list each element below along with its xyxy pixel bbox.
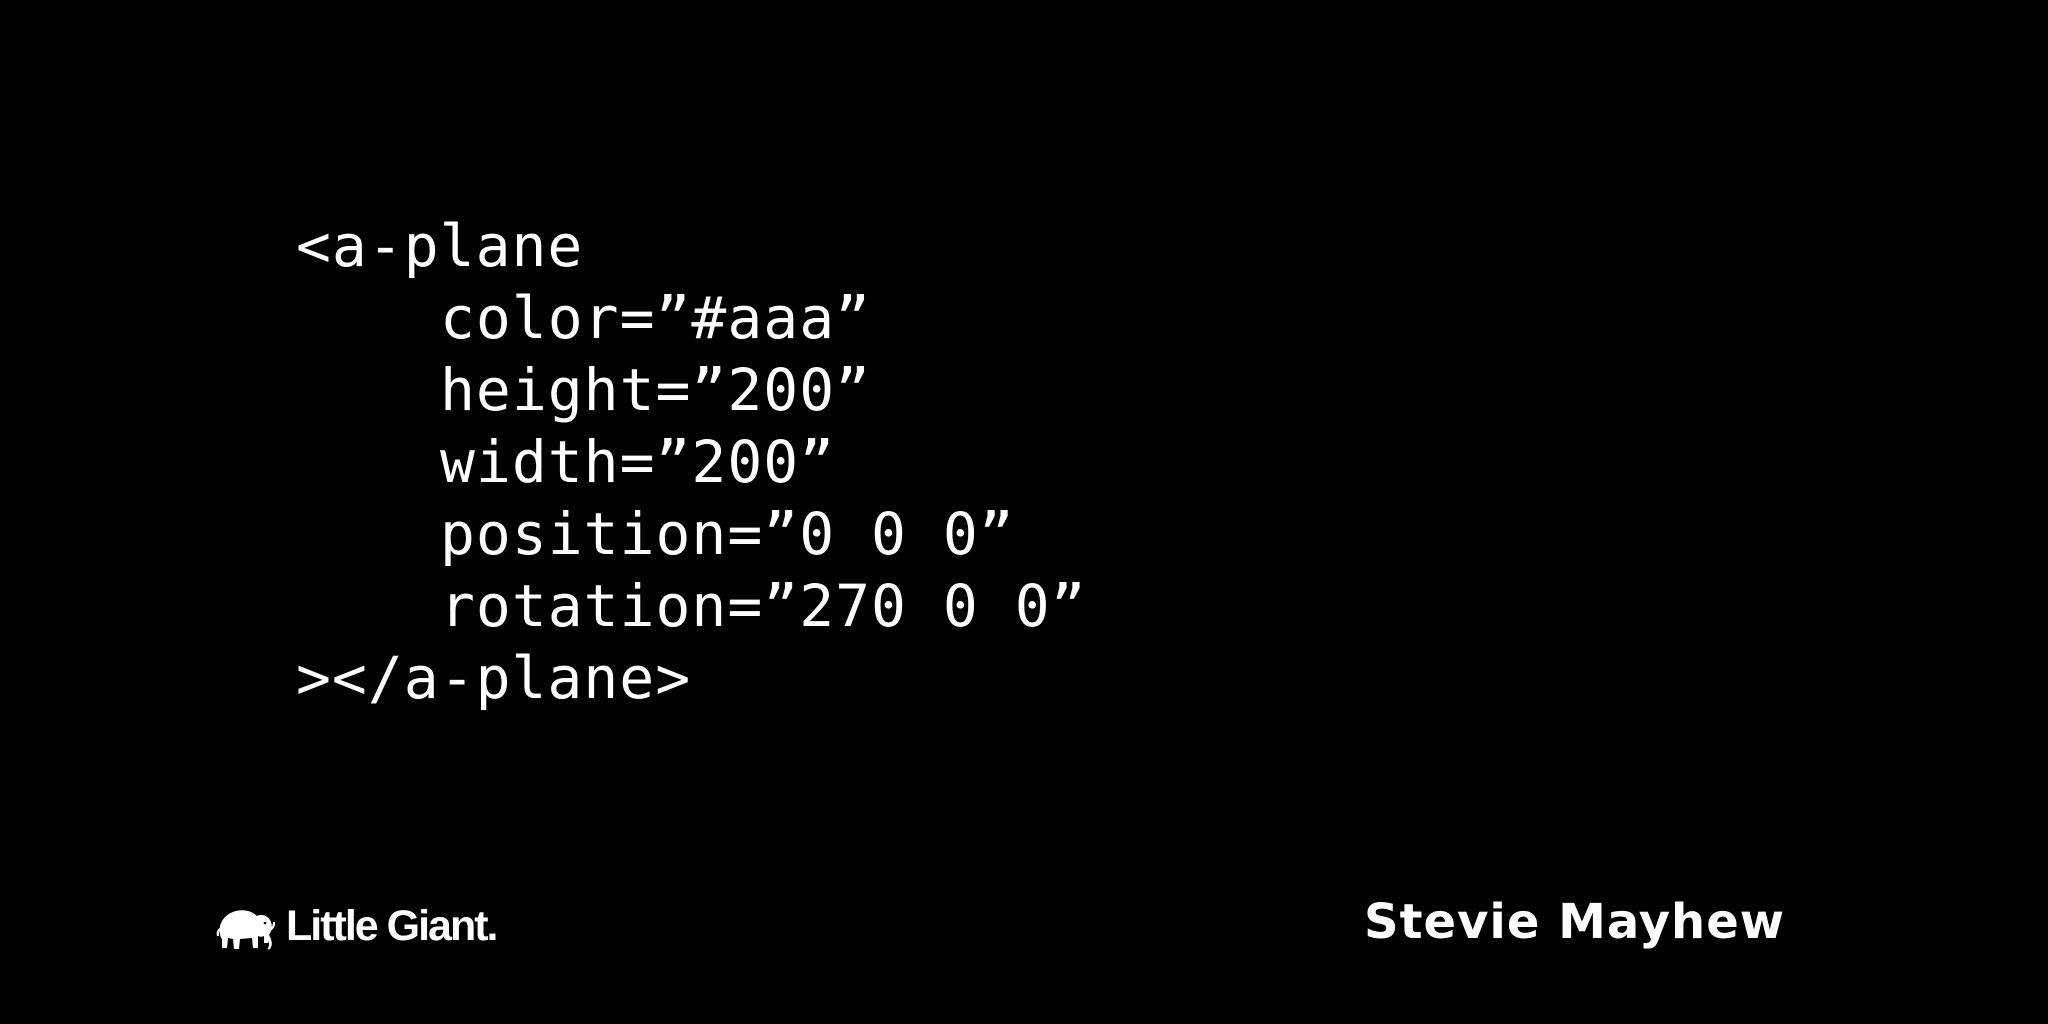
slide: <a-plane color=”#aaa” height=”200” width=”2… <box>0 0 2048 1024</box>
mammoth-icon <box>216 910 276 950</box>
code-line-height-attr: height=”200” <box>440 356 872 424</box>
code-line-open-tag: <a-plane <box>296 212 584 280</box>
code-block: <a-plane color=”#aaa” height=”200” width=”2… <box>296 210 1087 714</box>
code-line-position-attr: position=”0 0 0” <box>440 500 1015 568</box>
speaker-name: Stevie Mayhew <box>1364 894 1786 950</box>
brand-logo-lockup: Little Giant. <box>214 896 498 956</box>
code-line-width-attr: width=”200” <box>440 428 836 496</box>
code-line-color-attr: color=”#aaa” <box>440 284 872 352</box>
code-line-close-tag: ></a-plane> <box>296 644 692 712</box>
code-line-rotation-attr: rotation=”270 0 0” <box>440 572 1087 640</box>
brand-name: Little Giant. <box>286 902 498 950</box>
